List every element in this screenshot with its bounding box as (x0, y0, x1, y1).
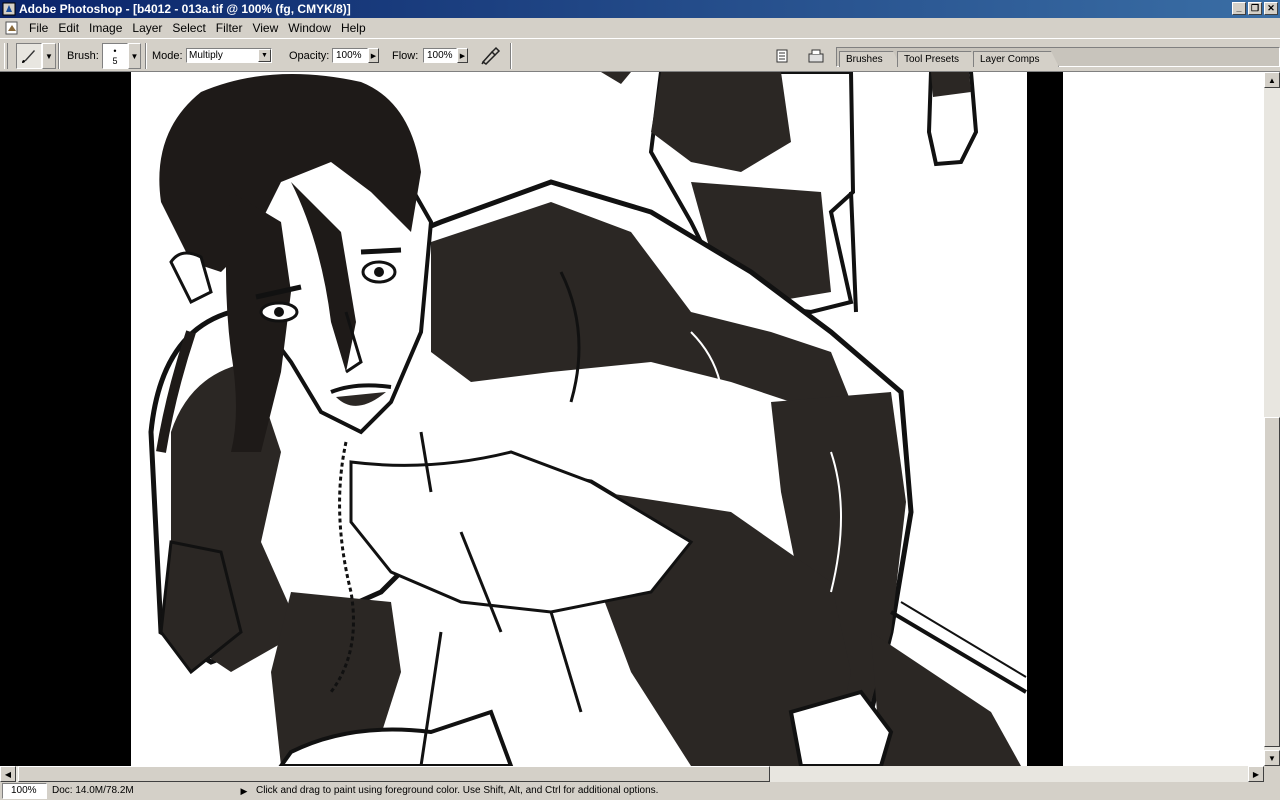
airbrush-icon (481, 46, 501, 65)
flow-field[interactable]: 100% (423, 48, 457, 63)
airbrush-button[interactable] (478, 44, 504, 68)
brush-size: 5 (112, 56, 118, 66)
options-grip[interactable] (4, 43, 8, 69)
brush-dropdown[interactable]: ▼ (128, 43, 141, 69)
doc-minimize-button[interactable]: _ (1232, 2, 1246, 15)
scroll-up-button[interactable]: ▲ (1264, 72, 1280, 88)
status-menu-button[interactable]: ▶ (238, 784, 250, 798)
palette-toggle-button[interactable] (806, 46, 826, 66)
zoom-value: 100% (11, 785, 37, 796)
doc-close-button[interactable]: ✕ (1264, 2, 1278, 15)
scroll-right-button[interactable]: ▶ (1248, 766, 1264, 782)
tool-preset-picker[interactable] (16, 43, 42, 69)
document-icon[interactable] (4, 20, 20, 36)
chevron-down-icon: ▼ (258, 49, 271, 62)
separator (145, 43, 147, 69)
menu-filter[interactable]: Filter (211, 19, 248, 37)
palette-well: Brushes Tool Presets Layer Comps (836, 47, 1280, 67)
options-bar: ▼ Brush: • 5 ▼ Mode: Multiply ▼ Opacity:… (0, 38, 1280, 72)
menu-edit[interactable]: Edit (53, 19, 84, 37)
brush-picker[interactable]: • 5 (102, 43, 128, 69)
menu-help[interactable]: Help (336, 19, 371, 37)
menu-view[interactable]: View (247, 19, 283, 37)
horizontal-scrollbar[interactable]: ◀ ▶ (0, 766, 1264, 782)
opacity-slider-button[interactable]: ▶ (368, 48, 379, 63)
menu-layer[interactable]: Layer (127, 19, 167, 37)
mode-label: Mode: (152, 50, 183, 62)
scroll-left-button[interactable]: ◀ (0, 766, 16, 782)
workspace[interactable] (0, 72, 1264, 766)
menu-image[interactable]: Image (84, 19, 127, 37)
palette-icon (808, 49, 824, 63)
tab-brushes-label: Brushes (846, 54, 883, 65)
vertical-scroll-thumb[interactable] (1264, 417, 1280, 747)
brush-label: Brush: (67, 50, 99, 62)
separator (58, 43, 60, 69)
status-bar: 100% Doc: 14.0M/78.2M ▶ Click and drag t… (0, 782, 1280, 800)
opacity-field[interactable]: 100% (332, 48, 368, 63)
tab-tool-presets[interactable]: Tool Presets (897, 51, 979, 67)
tool-preset-dropdown[interactable]: ▼ (42, 43, 56, 69)
horizontal-scroll-thumb[interactable] (18, 766, 770, 782)
window-title: Adobe Photoshop - [b4012 - 013a.tif @ 10… (19, 2, 351, 16)
menu-select[interactable]: Select (167, 19, 210, 37)
zoom-field[interactable]: 100% (2, 783, 47, 799)
menu-file[interactable]: File (24, 19, 53, 37)
file-browser-button[interactable] (772, 46, 792, 66)
opacity-label: Opacity: (289, 50, 330, 62)
tab-layer-comps[interactable]: Layer Comps (973, 51, 1059, 67)
canvas[interactable] (131, 72, 1027, 766)
artwork-illustration (148, 72, 1027, 766)
file-browser-icon (776, 49, 788, 63)
menu-window[interactable]: Window (283, 19, 336, 37)
tab-layer-comps-label: Layer Comps (980, 54, 1040, 65)
tab-brushes[interactable]: Brushes (839, 51, 901, 67)
photoshop-icon (2, 2, 16, 16)
flow-slider-button[interactable]: ▶ (457, 48, 468, 63)
brush-dot: • (113, 46, 117, 56)
scroll-down-button[interactable]: ▼ (1264, 750, 1280, 766)
document-size: Doc: 14.0M/78.2M (52, 785, 134, 796)
menu-bar: File Edit Image Layer Select Filter View… (0, 2, 1280, 38)
opacity-value: 100% (336, 50, 362, 61)
flow-value: 100% (427, 50, 453, 61)
scrollbar-corner (1264, 766, 1280, 782)
mode-select[interactable]: Multiply ▼ (186, 48, 272, 63)
flow-label: Flow: (392, 50, 419, 62)
brush-icon (22, 50, 35, 63)
tab-tool-presets-label: Tool Presets (904, 54, 960, 65)
doc-restore-button[interactable]: ❐ (1248, 2, 1262, 15)
title-bar: Adobe Photoshop - [b4012 - 013a.tif @ 10… (0, 0, 1280, 18)
vertical-scrollbar[interactable]: ▲ ▼ (1264, 72, 1280, 766)
separator (510, 43, 512, 69)
canvas-margin (1063, 72, 1264, 766)
status-hint: Click and drag to paint using foreground… (256, 785, 659, 796)
mode-value: Multiply (189, 50, 223, 61)
